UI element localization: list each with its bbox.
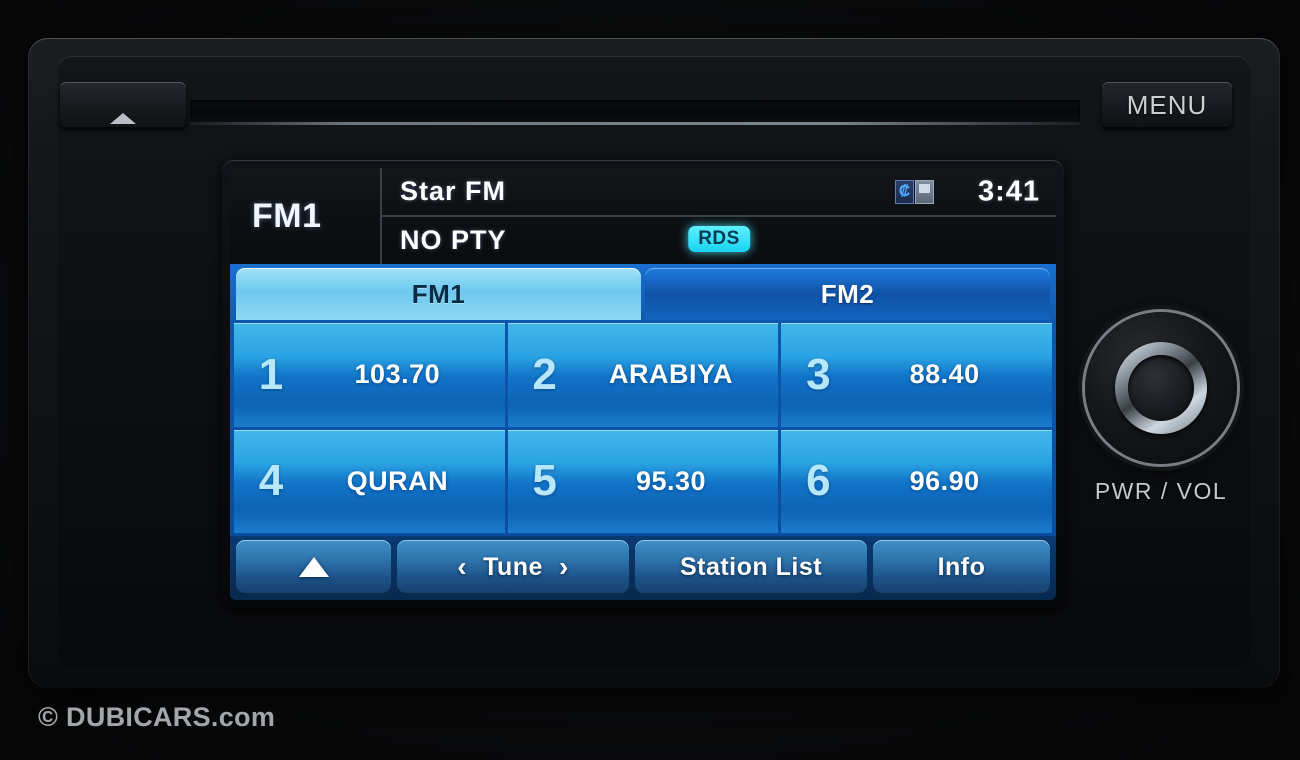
preset-label: 95.30 xyxy=(635,465,707,496)
copyright-symbol: © xyxy=(38,702,59,732)
scroll-up-button[interactable] xyxy=(236,540,391,594)
display-bezel: FM1 Star FM ₡ 3:41 NO PTY RDS FM1 FM2 1 … xyxy=(222,160,1064,608)
station-list-button[interactable]: Station List xyxy=(635,540,867,594)
preset-button-2[interactable]: 2 ARABIYA xyxy=(507,323,779,427)
cd-slot-highlight xyxy=(190,122,1080,125)
preset-number: 1 xyxy=(258,349,284,399)
preset-label: ARABIYA xyxy=(608,359,733,390)
tune-label: Tune xyxy=(483,552,543,581)
chevron-left-icon[interactable]: ‹ xyxy=(457,553,467,581)
menu-button[interactable]: MENU xyxy=(1102,82,1232,128)
band-tabs: FM1 FM2 xyxy=(230,264,1056,320)
lcd-screen: FM1 Star FM ₡ 3:41 NO PTY RDS FM1 FM2 1 … xyxy=(230,168,1056,600)
status-icons: ₡ xyxy=(895,179,934,204)
function-button-row: ‹ Tune › Station List Info xyxy=(230,536,1056,600)
knob-label: PWR / VOL xyxy=(1094,478,1228,504)
preset-button-3[interactable]: 3 88.40 xyxy=(781,323,1052,427)
preset-label: QURAN xyxy=(346,465,449,496)
info-button[interactable]: Info xyxy=(873,540,1050,594)
preset-label: 103.70 xyxy=(354,359,441,390)
preset-label: 88.40 xyxy=(909,359,980,390)
watermark: © DUBICARS.com xyxy=(38,702,275,733)
preset-button-1[interactable]: 1 103.70 xyxy=(234,323,505,427)
preset-number: 3 xyxy=(806,349,831,399)
phone-signal-icon xyxy=(915,179,934,204)
header-top-row: Star FM ₡ 3:41 xyxy=(382,168,1056,217)
tune-button[interactable]: ‹ Tune › xyxy=(397,540,629,594)
knob-center-cap[interactable] xyxy=(1128,355,1194,421)
station-name: Star FM xyxy=(400,176,507,206)
watermark-text: DUBICARS.com xyxy=(66,702,276,732)
power-volume-knob[interactable] xyxy=(1085,312,1237,464)
tab-fm2[interactable]: FM2 xyxy=(645,268,1050,320)
rds-badge: RDS xyxy=(688,225,750,253)
preset-number: 2 xyxy=(532,349,557,399)
bluetooth-icon: ₡ xyxy=(895,179,914,204)
header-bottom-row: NO PTY RDS xyxy=(382,217,1056,264)
preset-number: 5 xyxy=(532,456,557,506)
header-info: Star FM ₡ 3:41 NO PTY RDS xyxy=(380,168,1056,264)
tab-fm1[interactable]: FM1 xyxy=(236,268,641,320)
chevron-right-icon[interactable]: › xyxy=(559,553,569,581)
cd-slot[interactable] xyxy=(190,100,1080,122)
band-indicator: FM1 xyxy=(252,196,322,235)
clock: 3:41 xyxy=(977,175,1040,207)
preset-button-5[interactable]: 5 95.30 xyxy=(507,429,779,533)
preset-button-6[interactable]: 6 96.90 xyxy=(781,429,1052,533)
power-volume-knob-group: PWR / VOL xyxy=(1084,312,1238,505)
eject-button[interactable] xyxy=(60,82,186,128)
preset-label: 96.90 xyxy=(909,465,980,496)
preset-number: 6 xyxy=(806,456,831,506)
eject-icon xyxy=(110,96,136,124)
status-header: FM1 Star FM ₡ 3:41 NO PTY RDS xyxy=(230,168,1056,264)
infotainment-photo: MENU FM1 Star FM ₡ 3:41 NO PTY RDS FM1 F… xyxy=(0,0,1300,760)
triangle-up-icon xyxy=(298,557,329,577)
preset-grid: 1 103.70 2 ARABIYA 3 88.40 4 QURAN 5 95.… xyxy=(230,320,1056,536)
preset-button-4[interactable]: 4 QURAN xyxy=(234,429,505,533)
preset-number: 4 xyxy=(258,456,284,506)
pty-label: NO PTY xyxy=(400,225,507,255)
